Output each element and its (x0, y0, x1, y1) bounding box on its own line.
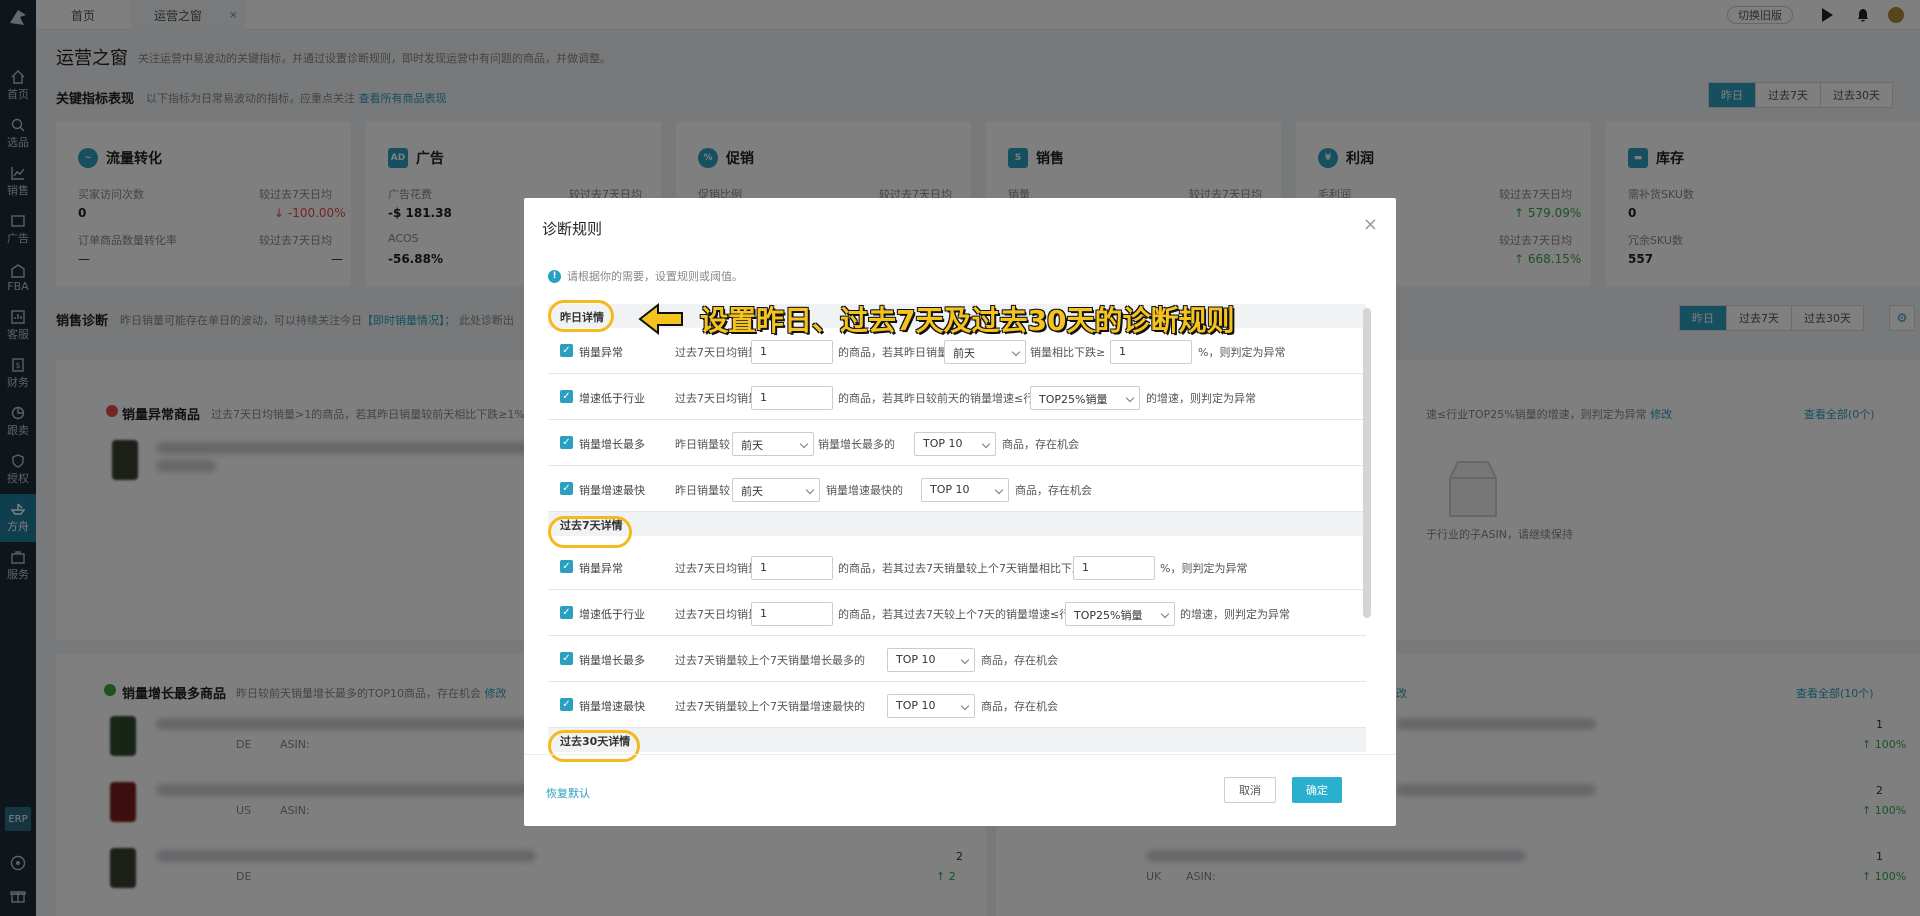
rule-row: ✓ 销量增长最多 过去7天销量较上个7天销量增长最多的 TOP 10 商品，存在… (548, 636, 1366, 682)
top-n-select[interactable]: TOP 10 (921, 478, 1009, 502)
rule-row: ✓ 销量增速最快 昨日销量较 前天 销量增速最快的 TOP 10 商品，存在机会 (548, 466, 1366, 512)
chevron-down-icon (799, 439, 809, 449)
rule-checkbox[interactable]: ✓ (560, 436, 573, 449)
modal-footer: 恢复默认 取消 确定 (524, 754, 1396, 826)
top-n-select[interactable]: TOP 10 (887, 648, 975, 672)
top-n-select[interactable]: TOP 10 (914, 432, 996, 456)
compare-select[interactable]: 前天 (944, 340, 1026, 364)
info-icon: ! (548, 269, 561, 283)
close-icon[interactable]: × (1363, 214, 1378, 235)
arrow-left-icon (638, 303, 683, 335)
compare-select[interactable]: 前天 (732, 432, 814, 456)
threshold-input[interactable]: 1 (751, 602, 833, 626)
threshold-input[interactable]: 1 (751, 556, 833, 580)
chevron-down-icon (805, 485, 815, 495)
group-7d: 过去7天详情 (548, 512, 1366, 536)
threshold-input[interactable]: 1 (1110, 340, 1192, 364)
rule-checkbox[interactable]: ✓ (560, 606, 573, 619)
industry-select[interactable]: TOP25%销量 (1065, 602, 1175, 626)
rule-row: ✓ 增速低于行业 过去7天日均销量> 1 的商品，若其昨日较前天的销量增速≤行业… (548, 374, 1366, 420)
annotation-callout: 设置昨日、过去7天及过去30天的诊断规则 (638, 299, 1234, 339)
chevron-down-icon (1011, 347, 1021, 357)
chevron-down-icon (1160, 609, 1170, 619)
highlight-ring (548, 516, 632, 548)
chevron-down-icon (960, 655, 970, 665)
compare-select[interactable]: 前天 (732, 478, 820, 502)
rule-row: ✓ 销量增速最快 过去7天销量较上个7天销量增速最快的 TOP 10 商品，存在… (548, 682, 1366, 728)
modal-body: 昨日详情 ✓ 销量异常 过去7天日均销量> 1 的商品，若其昨日销量较 前天 销… (548, 304, 1366, 754)
chevron-down-icon (981, 439, 991, 449)
diagnosis-rules-modal: 诊断规则 × ! 请根据你的需要，设置规则或阈值。 昨日详情 ✓ 销量异常 过去… (524, 198, 1396, 826)
rule-checkbox[interactable]: ✓ (560, 390, 573, 403)
modal-scrollbar[interactable] (1363, 308, 1371, 618)
threshold-input[interactable]: 1 (751, 340, 833, 364)
top-n-select[interactable]: TOP 10 (887, 694, 975, 718)
confirm-button[interactable]: 确定 (1292, 777, 1342, 803)
threshold-input[interactable]: 1 (1073, 556, 1155, 580)
rule-checkbox[interactable]: ✓ (560, 560, 573, 573)
rule-checkbox[interactable]: ✓ (560, 344, 573, 357)
threshold-input[interactable]: 1 (751, 386, 833, 410)
cancel-button[interactable]: 取消 (1224, 777, 1276, 803)
rule-row: ✓ 销量异常 过去7天日均销量> 1 的商品，若其过去7天销量较上个7天销量相比… (548, 544, 1366, 590)
rule-checkbox[interactable]: ✓ (560, 698, 573, 711)
modal-info: ! 请根据你的需要，设置规则或阈值。 (548, 268, 743, 284)
rule-checkbox[interactable]: ✓ (560, 652, 573, 665)
rule-row: ✓ 增速低于行业 过去7天日均销量> 1 的商品，若其过去7天较上个7天的销量增… (548, 590, 1366, 636)
highlight-ring (548, 300, 614, 332)
modal-title: 诊断规则 (542, 220, 603, 238)
chevron-down-icon (994, 485, 1004, 495)
group-30d: 过去30天详情 (548, 728, 1366, 752)
industry-select[interactable]: TOP25%销量 (1030, 386, 1140, 410)
reset-default-link[interactable]: 恢复默认 (546, 785, 590, 801)
chevron-down-icon (960, 701, 970, 711)
chevron-down-icon (1125, 393, 1135, 403)
annotation-text: 设置昨日、过去7天及过去30天的诊断规则 (700, 304, 1235, 337)
rule-row: ✓ 销量增长最多 昨日销量较 前天 销量增长最多的 TOP 10 商品，存在机会 (548, 420, 1366, 466)
rule-checkbox[interactable]: ✓ (560, 482, 573, 495)
